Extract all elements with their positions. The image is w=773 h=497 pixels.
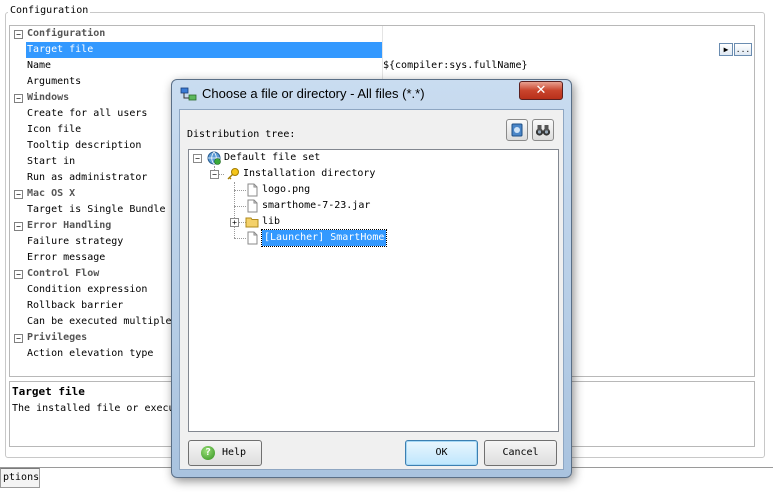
refresh-icon: [511, 123, 523, 137]
category-label: Mac OS X: [27, 188, 76, 199]
collapse-toggle[interactable]: −: [193, 154, 202, 163]
tree-node-label: logo.png: [262, 184, 311, 195]
tree-node-label: Installation directory: [243, 168, 376, 179]
dialog-title: Choose a file or directory - All files (…: [202, 86, 425, 101]
property-value[interactable]: ${compiler:sys.fullName}: [383, 58, 528, 74]
property-label: Start in: [27, 156, 76, 167]
cancel-label: Cancel: [502, 447, 539, 458]
property-label: Failure strategy: [27, 236, 124, 247]
property-label: Create for all users: [27, 108, 148, 119]
value-editor-buttons: ▶...: [719, 43, 752, 56]
globe-icon: [207, 151, 221, 165]
collapse-toggle[interactable]: −: [210, 170, 219, 179]
cancel-button[interactable]: Cancel: [484, 440, 557, 466]
collapse-toggle[interactable]: −: [14, 30, 23, 39]
distribution-tree[interactable]: − − + Default file set Installation direc…: [188, 149, 559, 432]
key-icon: [226, 167, 240, 181]
category-label: Privileges: [27, 332, 88, 343]
collapse-toggle[interactable]: −: [14, 190, 23, 199]
property-label: Icon file: [27, 124, 82, 135]
tree-node-label: [Launcher] SmartHome: [260, 229, 388, 247]
property-label: Error message: [27, 252, 106, 263]
property-row[interactable]: Name ${compiler:sys.fullName}: [10, 58, 754, 74]
tab-options[interactable]: ptions: [0, 468, 40, 488]
folder-icon: [245, 215, 259, 229]
browse-button[interactable]: ...: [734, 43, 752, 56]
close-button[interactable]: ✕: [519, 81, 563, 100]
binoculars-icon: [535, 125, 551, 136]
property-label: Target is Single Bundle: [27, 204, 166, 215]
play-icon[interactable]: ▶: [719, 43, 733, 56]
tree-node-label: Default file set: [224, 152, 321, 163]
category-label: Control Flow: [27, 268, 100, 279]
property-label: Action elevation type: [27, 348, 154, 359]
tree-node-label: lib: [262, 216, 281, 227]
category-label: Windows: [27, 92, 70, 103]
property-row[interactable]: Target file ▶...: [10, 42, 754, 58]
property-label: Arguments: [27, 76, 82, 87]
file-icon: [245, 199, 259, 213]
close-icon: ✕: [535, 83, 547, 98]
category-row[interactable]: − Configuration: [10, 26, 754, 42]
collapse-toggle[interactable]: −: [14, 270, 23, 279]
property-label: Can be executed multiple: [27, 316, 172, 327]
file-icon: [245, 183, 259, 197]
property-label: Target file: [26, 42, 382, 58]
category-label: Configuration: [27, 28, 106, 39]
dialog-tree-icon: [180, 87, 197, 101]
expand-toggle[interactable]: +: [230, 218, 239, 227]
collapse-toggle[interactable]: −: [14, 222, 23, 231]
dialog-body: Distribution tree: − − + Default file se…: [179, 109, 564, 470]
tree-label: Distribution tree:: [187, 129, 296, 140]
property-label: Rollback barrier: [27, 300, 124, 311]
choose-file-dialog: Choose a file or directory - All files (…: [171, 79, 572, 478]
group-title: Configuration: [8, 5, 91, 16]
collapse-toggle[interactable]: −: [14, 94, 23, 103]
category-label: Error Handling: [27, 220, 112, 231]
property-label: Tooltip description: [27, 140, 142, 151]
property-label: Name: [27, 60, 52, 71]
file-icon: [245, 231, 259, 245]
ok-button[interactable]: OK: [405, 440, 478, 466]
help-icon: ?: [201, 446, 215, 460]
property-label: Run as administrator: [27, 172, 148, 183]
description-text: The installed file or execu: [12, 403, 175, 414]
refresh-tree-button[interactable]: [506, 119, 528, 141]
help-button[interactable]: ? Help: [188, 440, 262, 466]
tree-node-label: smarthome-7-23.jar: [262, 200, 371, 211]
collapse-toggle[interactable]: −: [14, 334, 23, 343]
find-button[interactable]: [532, 119, 554, 141]
property-label: Condition expression: [27, 284, 148, 295]
description-title: Target file: [12, 385, 85, 398]
ok-label: OK: [435, 447, 448, 458]
